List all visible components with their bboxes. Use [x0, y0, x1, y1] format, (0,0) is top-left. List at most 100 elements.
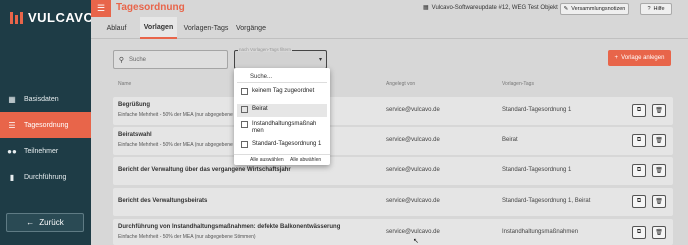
copy-button[interactable]: ⧉	[632, 195, 646, 208]
delete-button[interactable]: 🗑	[652, 226, 666, 239]
sidebar-item-label: Durchführung	[24, 173, 67, 181]
tab-vorgaenge[interactable]: Vorgänge	[232, 17, 270, 39]
dropdown-search-input[interactable]: Suche...	[237, 71, 327, 83]
page-title: Tagesordnung	[116, 2, 185, 13]
trash-icon: 🗑	[655, 230, 663, 236]
caret-down-icon: ▾	[318, 57, 322, 63]
table-row[interactable]: Bericht der Verwaltung über das vergange…	[113, 157, 673, 185]
copy-button[interactable]: ⧉	[632, 134, 646, 147]
column-header-tags: Vorlagen-Tags	[502, 81, 534, 87]
trash-icon: 🗑	[655, 138, 663, 144]
dropdown-option-label: Standard-Tagesordnung 1	[252, 141, 322, 147]
tab-vorlagen[interactable]: Vorlagen	[140, 17, 177, 39]
checkbox[interactable]	[241, 121, 248, 128]
tag-filter-dropdown: Suche... keinem Tag zugeordnet Beirat In…	[234, 68, 330, 165]
search-placeholder: Suche	[129, 56, 147, 63]
deselect-all-button[interactable]: Alle abwählen	[290, 157, 321, 163]
table-row[interactable]: Beiratswahl Einfache Mehrheit - 50% der …	[113, 127, 673, 155]
delete-button[interactable]: 🗑	[652, 104, 666, 117]
sidebar-item-basisdaten[interactable]: ▦ Basisdaten	[0, 86, 91, 112]
help-icon: ?	[647, 6, 651, 12]
menu-toggle-button[interactable]: ☰	[91, 0, 111, 17]
building-icon: ▦	[423, 5, 429, 11]
plus-icon: +	[614, 55, 619, 61]
search-icon: ⚲	[118, 56, 125, 64]
row-title: Bericht des Verwaltungsbeirats	[118, 198, 208, 204]
column-header-created-by: Angelegt von	[386, 81, 416, 87]
row-tag: Beirat	[502, 137, 518, 143]
hamburger-icon: ☰	[96, 3, 106, 13]
dropdown-option[interactable]: Instandhaltungsmaßnahmen	[237, 121, 327, 137]
meeting-notes-label: Versammlungsnotizen	[571, 6, 626, 12]
trash-icon: 🗑	[655, 199, 663, 205]
meeting-notes-button[interactable]: ✎ Versammlungsnotizen	[560, 3, 629, 15]
delete-button[interactable]: 🗑	[652, 134, 666, 147]
row-subtitle: Einfache Mehrheit - 50% der MEA (nur abg…	[118, 234, 256, 240]
checkbox[interactable]	[241, 88, 248, 95]
copy-icon: ⧉	[636, 137, 642, 143]
row-title: Durchführung von Instandhaltungsmaßnahme…	[118, 224, 341, 230]
back-button[interactable]: ← Zurück	[6, 213, 84, 232]
checkbox[interactable]	[241, 106, 248, 113]
row-tag: Instandhaltungsmaßnahmen	[502, 229, 579, 235]
sidebar: VULCAVO ▦ Basisdaten ☰ Tagesordnung ●● T…	[0, 0, 95, 245]
copy-icon: ⧉	[636, 107, 642, 113]
logo-icon	[10, 11, 23, 24]
dropdown-option[interactable]: Beirat	[237, 104, 327, 117]
add-template-button[interactable]: + Vorlage anlegen	[608, 50, 671, 66]
sidebar-item-label: Basisdaten	[24, 95, 59, 103]
copy-button[interactable]: ⧉	[632, 164, 646, 177]
sidebar-item-durchfuehrung[interactable]: ▮ Durchführung	[0, 164, 91, 190]
help-button[interactable]: ? Hilfe	[640, 3, 672, 15]
trash-icon: 🗑	[655, 168, 663, 174]
copy-button[interactable]: ⧉	[632, 104, 646, 117]
dropdown-search-placeholder: Suche...	[250, 73, 273, 80]
row-email: service@vulcavo.de	[386, 107, 440, 113]
table-header: Name Angelegt von Vorlagen-Tags	[113, 78, 673, 92]
table-row[interactable]: Bericht des Verwaltungsbeirats service@v…	[113, 188, 673, 216]
dropdown-option-label: Beirat	[252, 106, 268, 112]
list-icon: ☰	[8, 120, 16, 130]
tab-ablauf[interactable]: Ablauf	[98, 17, 135, 39]
people-icon: ●●	[7, 146, 17, 156]
arrow-left-icon: ←	[26, 218, 35, 227]
logo-text: VULCAVO	[28, 10, 95, 25]
dropdown-option[interactable]: Standard-Tagesordnung 1	[237, 141, 327, 153]
copy-button[interactable]: ⧉	[632, 226, 646, 239]
row-email: service@vulcavo.de	[386, 198, 440, 204]
select-all-button[interactable]: Alle auswählen	[250, 157, 284, 163]
search-input[interactable]: ⚲ Suche	[113, 50, 228, 69]
notes-icon: ✎	[563, 6, 569, 12]
sidebar-item-teilnehmer[interactable]: ●● Teilnehmer	[0, 138, 91, 164]
row-tag: Standard-Tagesordnung 1, Beirat	[502, 198, 591, 204]
help-label: Hilfe	[653, 6, 665, 12]
filter-label: nach Vorlagen-Tags filtern	[238, 47, 293, 52]
dropdown-option[interactable]: keinem Tag zugeordnet	[237, 88, 327, 100]
tab-vorlagen-tags[interactable]: Vorlagen-Tags	[180, 17, 232, 39]
table-row[interactable]: Durchführung von Instandhaltungsmaßnahme…	[113, 219, 673, 245]
row-title: Beiratswahl	[118, 132, 152, 138]
row-title: Bericht der Verwaltung über das vergange…	[118, 167, 291, 173]
copy-icon: ⧉	[636, 167, 642, 173]
dropdown-option-label: keinem Tag zugeordnet	[252, 88, 315, 94]
building-icon: ▦	[8, 94, 16, 104]
sidebar-item-label: Tagesordnung	[24, 121, 69, 129]
sidebar-item-tagesordnung[interactable]: ☰ Tagesordnung	[0, 112, 91, 138]
project-indicator: ▦ Vulcavo-Softwareupdate #12, WEG Test O…	[423, 4, 558, 12]
add-template-label: Vorlage anlegen	[621, 55, 665, 61]
row-tag: Standard-Tagesordnung 1	[502, 167, 572, 173]
row-tag: Standard-Tagesordnung 1	[502, 107, 572, 113]
tag-filter-select[interactable]: ▾	[234, 50, 327, 69]
dropdown-footer: Alle auswählen Alle abwählen	[234, 154, 330, 165]
table-row[interactable]: Begrüßung Einfache Mehrheit - 50% der ME…	[113, 97, 673, 125]
checkbox[interactable]	[241, 141, 248, 148]
copy-icon: ⧉	[636, 198, 642, 204]
chart-icon: ▮	[9, 172, 15, 182]
delete-button[interactable]: 🗑	[652, 195, 666, 208]
row-title: Begrüßung	[118, 102, 150, 108]
copy-icon: ⧉	[636, 229, 642, 235]
mouse-cursor-icon: ↖	[413, 238, 419, 245]
delete-button[interactable]: 🗑	[652, 164, 666, 177]
project-label: Vulcavo-Softwareupdate #12, WEG Test Obj…	[431, 4, 558, 11]
trash-icon: 🗑	[655, 108, 663, 114]
